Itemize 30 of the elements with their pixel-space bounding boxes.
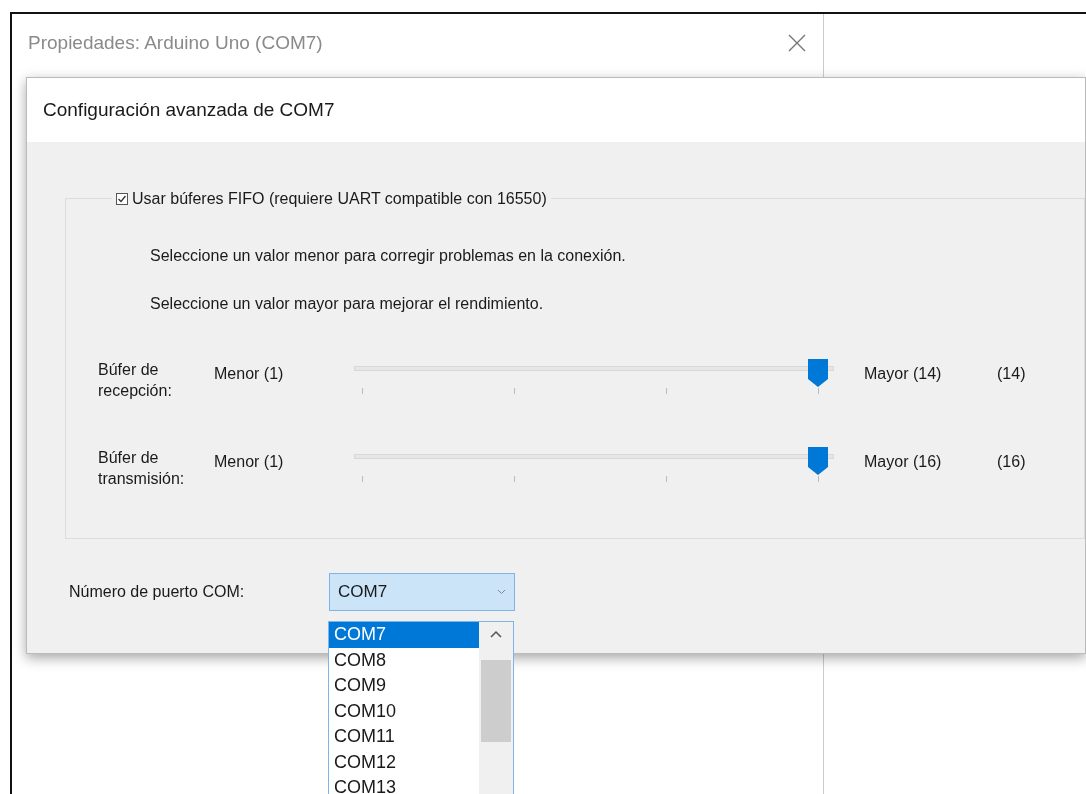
checkbox-label[interactable]: Usar búferes FIFO (requiere UART compatible con 16550) (132, 189, 547, 209)
close-icon[interactable] (787, 33, 807, 53)
hint-text: Seleccione un valor mayor para mejorar el rendimiento. (150, 294, 545, 315)
hint-text: Seleccione un valor menor para corregir problemas en la conexión. (150, 246, 627, 267)
scroll-up-icon[interactable] (490, 630, 502, 638)
scrollbar[interactable] (479, 622, 513, 794)
port-dropdown[interactable]: COM7 (329, 573, 515, 611)
slider-reading: (14) (997, 365, 1026, 383)
dropdown-option[interactable]: COM8 (329, 647, 479, 673)
dropdown-option[interactable]: COM10 (329, 698, 479, 724)
slider-thumb[interactable] (807, 445, 829, 476)
dropdown-option[interactable]: COM11 (329, 724, 479, 750)
caret-icon (497, 589, 506, 595)
max-label: Mayor (16) (864, 452, 942, 470)
slider-label: Búfer de recepción: (98, 361, 172, 399)
dropdown-option[interactable]: COM9 (329, 673, 479, 699)
slider-label: Búfer de transmisión: (98, 448, 185, 487)
slider-thumb[interactable] (807, 358, 829, 389)
dropdown-option[interactable]: COM13 (329, 775, 479, 794)
scroll-thumb[interactable] (481, 660, 511, 742)
min-label: Menor (1) (214, 365, 284, 383)
port-label: Número de puerto COM: (69, 582, 246, 602)
dropdown-option[interactable]: COM7 (329, 622, 479, 648)
max-label: Mayor (14) (864, 365, 942, 383)
dropdown-option[interactable]: COM12 (329, 749, 479, 775)
checkbox[interactable] (116, 192, 128, 205)
dialog-title: Configuración avanzada de COM7 (43, 97, 335, 122)
window-title: Propiedades: Arduino Uno (COM7) (28, 30, 323, 55)
slider-reading: (16) (997, 452, 1026, 470)
min-label: Menor (1) (214, 452, 284, 470)
